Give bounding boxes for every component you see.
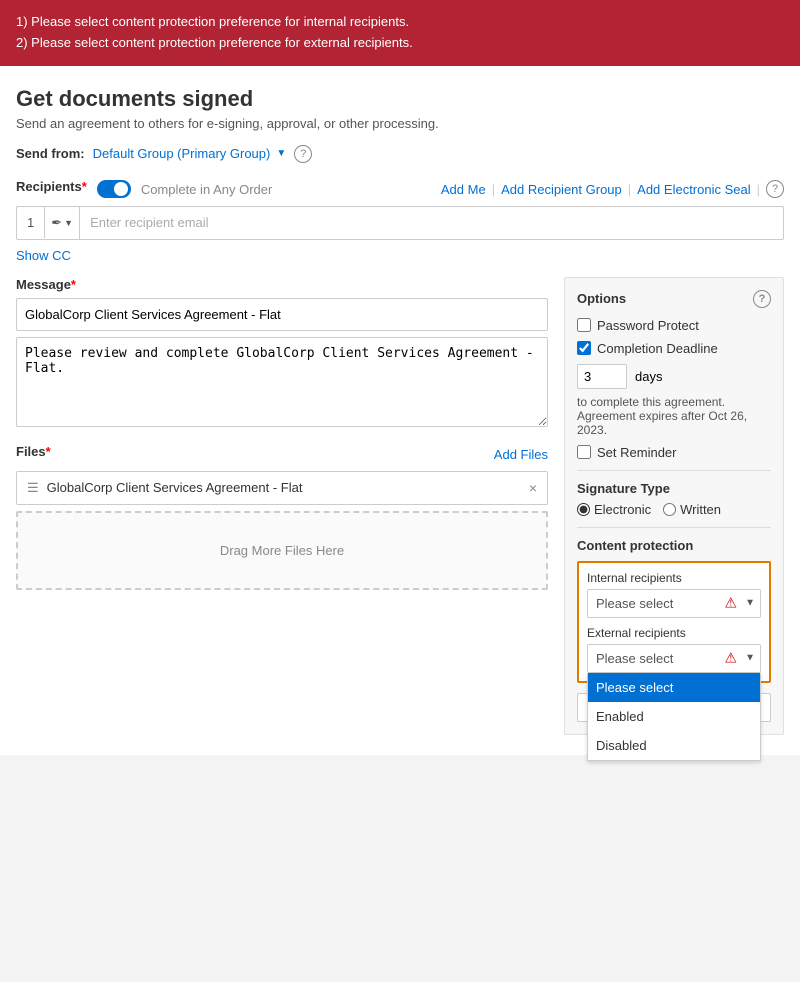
complete-any-order-label: Complete in Any Order [141,182,273,197]
file-name: GlobalCorp Client Services Agreement - F… [47,480,529,495]
password-protect-checkbox[interactable] [577,318,591,332]
signature-type-row: Electronic Written [577,502,771,517]
electronic-radio-label[interactable]: Electronic [577,502,651,517]
days-label: days [635,369,662,384]
recipient-type-icon[interactable]: ✒ ▼ [45,207,80,239]
written-label: Written [680,502,721,517]
send-from-value: Default Group (Primary Group) [93,146,271,161]
written-radio-label[interactable]: Written [663,502,721,517]
file-remove-button[interactable]: × [529,480,537,496]
set-reminder-checkbox[interactable] [577,445,591,459]
completion-deadline-row: Completion Deadline [577,341,771,356]
files-header: Files* Add Files [16,444,548,465]
message-section: Message* Please review and complete Glob… [16,277,548,430]
days-row: days [577,364,771,389]
expires-text: to complete this agreement. Agreement ex… [577,395,771,437]
complete-in-order-toggle[interactable] [97,180,131,198]
recipients-header: Recipients* Complete in Any Order Add Me… [16,179,784,200]
message-label: Message* [16,277,548,292]
send-from-row: Send from: Default Group (Primary Group)… [16,145,784,163]
error-banner: 1) Please select content protection pref… [0,0,800,66]
written-radio[interactable] [663,503,676,516]
set-reminder-row: Set Reminder [577,445,771,460]
chevron-down-icon: ▼ [276,148,286,159]
electronic-radio[interactable] [577,503,590,516]
files-label: Files* [16,444,51,459]
recipient-email-input[interactable]: Enter recipient email [80,207,783,238]
recipient-number: 1 [17,207,45,238]
chevron-down-icon: ▼ [64,218,73,228]
page-subtitle: Send an agreement to others for e-signin… [16,116,784,131]
recipients-label: Recipients* [16,179,87,194]
days-input[interactable] [577,364,627,389]
recipients-right: Add Me | Add Recipient Group | Add Elect… [441,180,784,198]
signature-type-label: Signature Type [577,481,771,496]
add-me-button[interactable]: Add Me [441,182,486,197]
recipients-help-icon[interactable]: ? [766,180,784,198]
send-from-help-icon[interactable]: ? [294,145,312,163]
error-line-1: 1) Please select content protection pref… [16,12,784,33]
password-protect-label: Password Protect [597,318,699,333]
message-body-input[interactable]: Please review and complete GlobalCorp Cl… [16,337,548,427]
add-files-button[interactable]: Add Files [494,447,548,462]
options-help-icon[interactable]: ? [753,290,771,308]
options-panel: Options ? Password Protect Completion De… [564,277,784,735]
add-electronic-seal-button[interactable]: Add Electronic Seal [637,182,750,197]
completion-deadline-checkbox[interactable] [577,341,591,355]
message-subject-input[interactable] [16,298,548,331]
send-from-dropdown[interactable]: Default Group (Primary Group) ▼ [93,146,287,161]
internal-warning-icon: ⚠ [724,595,737,612]
page-title: Get documents signed [16,86,784,112]
show-cc-link[interactable]: Show CC [16,248,71,263]
content-protection-label: Content protection [577,538,771,553]
dropdown-enabled[interactable]: Enabled [588,702,760,731]
external-select-wrapper: Please select ⚠ ▼ Please select Enabled … [587,644,761,673]
options-title: Options ? [577,290,771,308]
electronic-label: Electronic [594,502,651,517]
dropdown-disabled[interactable]: Disabled [588,731,760,760]
external-recipients-label: External recipients [587,626,761,640]
error-line-2: 2) Please select content protection pref… [16,33,784,54]
content-protection-section: Internal recipients Please select Enable… [577,561,771,683]
files-section: Files* Add Files ☰ GlobalCorp Client Ser… [16,444,548,590]
internal-recipients-label: Internal recipients [587,571,761,585]
recipients-left: Recipients* Complete in Any Order [16,179,272,200]
completion-deadline-label: Completion Deadline [597,341,718,356]
password-protect-row: Password Protect [577,318,771,333]
internal-select-wrapper: Please select Enabled Disabled ⚠ ▼ [587,589,761,618]
set-reminder-label: Set Reminder [597,445,676,460]
add-recipient-group-button[interactable]: Add Recipient Group [501,182,622,197]
pen-icon: ✒ [51,215,62,231]
external-warning-icon: ⚠ [724,650,737,667]
external-dropdown-menu: Please select Enabled Disabled [587,673,761,761]
dropdown-please-select[interactable]: Please select [588,673,760,702]
send-from-label: Send from: [16,146,85,161]
recipient-row: 1 ✒ ▼ Enter recipient email [16,206,784,240]
file-icon: ☰ [27,480,39,496]
external-chevron-icon: ▼ [745,653,755,664]
drag-zone[interactable]: Drag More Files Here [16,511,548,590]
file-item: ☰ GlobalCorp Client Services Agreement -… [16,471,548,505]
